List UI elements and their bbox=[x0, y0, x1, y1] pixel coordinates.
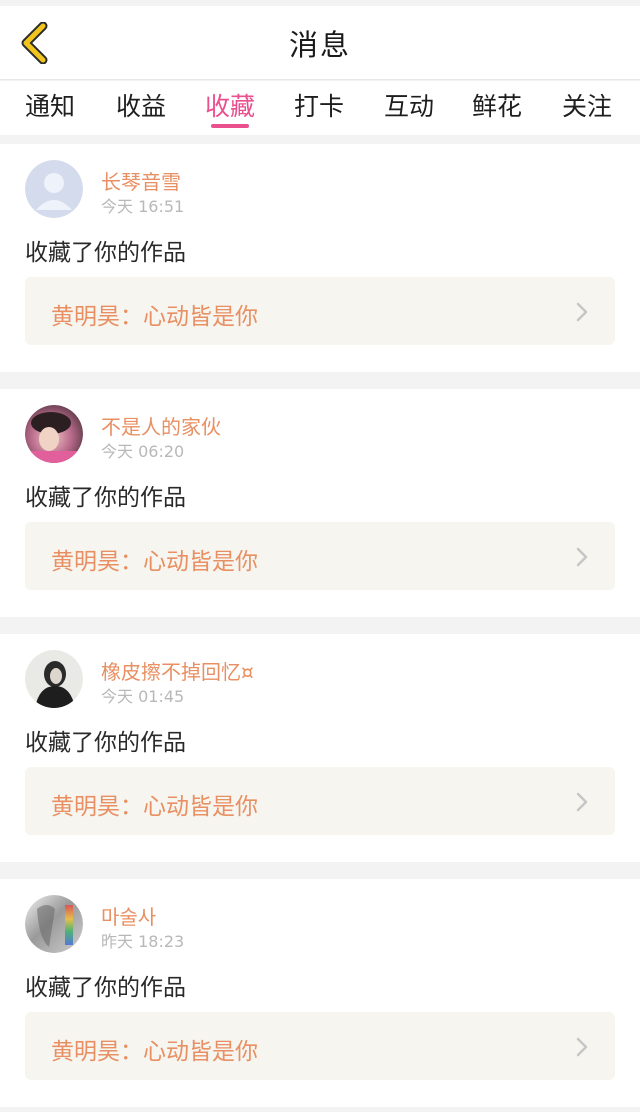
avatar[interactable] bbox=[25, 650, 83, 708]
app-root: 消息 通知 收益 收藏 打卡 互动 鲜花 关注 长琴音雪 今天 16:51 收藏… bbox=[0, 0, 640, 1112]
user-photo-avatar bbox=[25, 895, 83, 953]
tab-checkin[interactable]: 打卡 bbox=[294, 87, 344, 127]
tab-earnings[interactable]: 收益 bbox=[116, 87, 166, 127]
avatar[interactable] bbox=[25, 405, 83, 463]
work-title: 黄明昊：心动皆是你 bbox=[51, 549, 258, 575]
avatar[interactable] bbox=[25, 895, 83, 953]
avatar[interactable] bbox=[25, 160, 83, 218]
username[interactable]: 长琴音雪 bbox=[101, 166, 181, 195]
tab-following[interactable]: 关注 bbox=[562, 87, 612, 127]
tab-flowers[interactable]: 鲜花 bbox=[472, 87, 522, 127]
timestamp: 昨天 18:23 bbox=[101, 932, 185, 951]
user-photo-avatar bbox=[25, 650, 83, 708]
tab-notifications[interactable]: 通知 bbox=[25, 87, 75, 127]
action-text: 收藏了你的作品 bbox=[25, 730, 186, 756]
active-tab-indicator bbox=[211, 124, 249, 128]
timestamp: 今天 06:20 bbox=[101, 442, 185, 461]
default-avatar-icon bbox=[25, 160, 83, 218]
work-link[interactable]: 黄明昊：心动皆是你 bbox=[25, 522, 615, 590]
message-card: 不是人的家伙 今天 06:20 收藏了你的作品 黄明昊：心动皆是你 bbox=[0, 389, 640, 617]
work-title: 黄明昊：心动皆是你 bbox=[51, 794, 258, 820]
tab-favorites[interactable]: 收藏 bbox=[205, 87, 255, 127]
work-link[interactable]: 黄明昊：心动皆是你 bbox=[25, 1012, 615, 1080]
message-card: 橡皮擦不掉回忆¤ 今天 01:45 收藏了你的作品 黄明昊：心动皆是你 bbox=[0, 634, 640, 862]
message-card: 长琴音雪 今天 16:51 收藏了你的作品 黄明昊：心动皆是你 bbox=[0, 144, 640, 372]
message-card: 마술사 昨天 18:23 收藏了你的作品 黄明昊：心动皆是你 bbox=[0, 879, 640, 1107]
back-button[interactable] bbox=[12, 20, 56, 66]
work-link[interactable]: 黄明昊：心动皆是你 bbox=[25, 277, 615, 345]
user-photo-avatar bbox=[25, 405, 83, 463]
timestamp: 今天 01:45 bbox=[101, 687, 185, 706]
chevron-left-icon bbox=[21, 22, 48, 64]
chevron-right-icon bbox=[576, 792, 588, 812]
timestamp: 今天 16:51 bbox=[101, 197, 185, 216]
username[interactable]: 마술사 bbox=[101, 901, 156, 930]
chevron-right-icon bbox=[576, 547, 588, 567]
chevron-right-icon bbox=[576, 302, 588, 322]
username[interactable]: 不是人的家伙 bbox=[101, 411, 221, 440]
work-link[interactable]: 黄明昊：心动皆是你 bbox=[25, 767, 615, 835]
nav-header: 消息 bbox=[0, 6, 640, 80]
tab-interaction[interactable]: 互动 bbox=[384, 87, 434, 127]
tab-bar: 通知 收益 收藏 打卡 互动 鲜花 关注 bbox=[0, 81, 640, 135]
action-text: 收藏了你的作品 bbox=[25, 975, 186, 1001]
work-title: 黄明昊：心动皆是你 bbox=[51, 1039, 258, 1065]
username[interactable]: 橡皮擦不掉回忆¤ bbox=[101, 656, 254, 685]
chevron-right-icon bbox=[576, 1037, 588, 1057]
page-title: 消息 bbox=[288, 27, 351, 62]
work-title: 黄明昊：心动皆是你 bbox=[51, 304, 258, 330]
action-text: 收藏了你的作品 bbox=[25, 240, 186, 266]
action-text: 收藏了你的作品 bbox=[25, 485, 186, 511]
